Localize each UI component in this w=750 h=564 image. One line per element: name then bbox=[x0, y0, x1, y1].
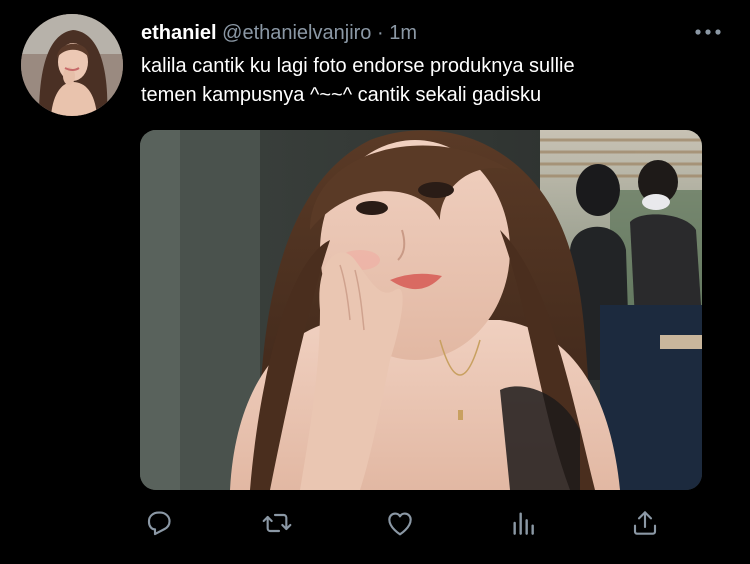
avatar[interactable] bbox=[21, 14, 123, 116]
user-handle[interactable]: @ethanielvanjiro bbox=[222, 22, 371, 44]
share-icon bbox=[633, 511, 657, 535]
display-name[interactable]: ethaniel bbox=[141, 22, 217, 44]
heart-icon bbox=[388, 512, 412, 536]
separator-dot: · bbox=[376, 22, 384, 44]
retweet-icon bbox=[262, 513, 292, 533]
analytics-button[interactable] bbox=[506, 505, 542, 541]
more-icon bbox=[695, 29, 721, 35]
analytics-icon bbox=[513, 512, 534, 535]
retweet-button[interactable] bbox=[259, 505, 295, 541]
like-button[interactable] bbox=[382, 505, 418, 541]
avatar-image bbox=[21, 14, 123, 116]
tweet-text-line: temen kampusnya ^~~^ cantik sekali gadis… bbox=[141, 84, 542, 106]
reply-icon bbox=[147, 511, 171, 536]
tweet-text: kalila cantik ku lagi foto endorse produ… bbox=[141, 52, 721, 110]
tweet-text-line: kalila cantik ku lagi foto endorse produ… bbox=[141, 55, 575, 77]
share-button[interactable] bbox=[627, 505, 663, 541]
tweet-header: ethaniel @ethanielvanjiro · 1m bbox=[141, 20, 660, 46]
tweet-timestamp[interactable]: 1m bbox=[389, 22, 417, 44]
more-options-button[interactable] bbox=[692, 22, 724, 42]
tweet: ethaniel @ethanielvanjiro · 1m kalila ca… bbox=[0, 0, 750, 564]
photo-image bbox=[140, 130, 702, 490]
tweet-media-photo[interactable] bbox=[140, 130, 702, 490]
reply-button[interactable] bbox=[141, 505, 177, 541]
tweet-action-bar bbox=[140, 505, 680, 541]
